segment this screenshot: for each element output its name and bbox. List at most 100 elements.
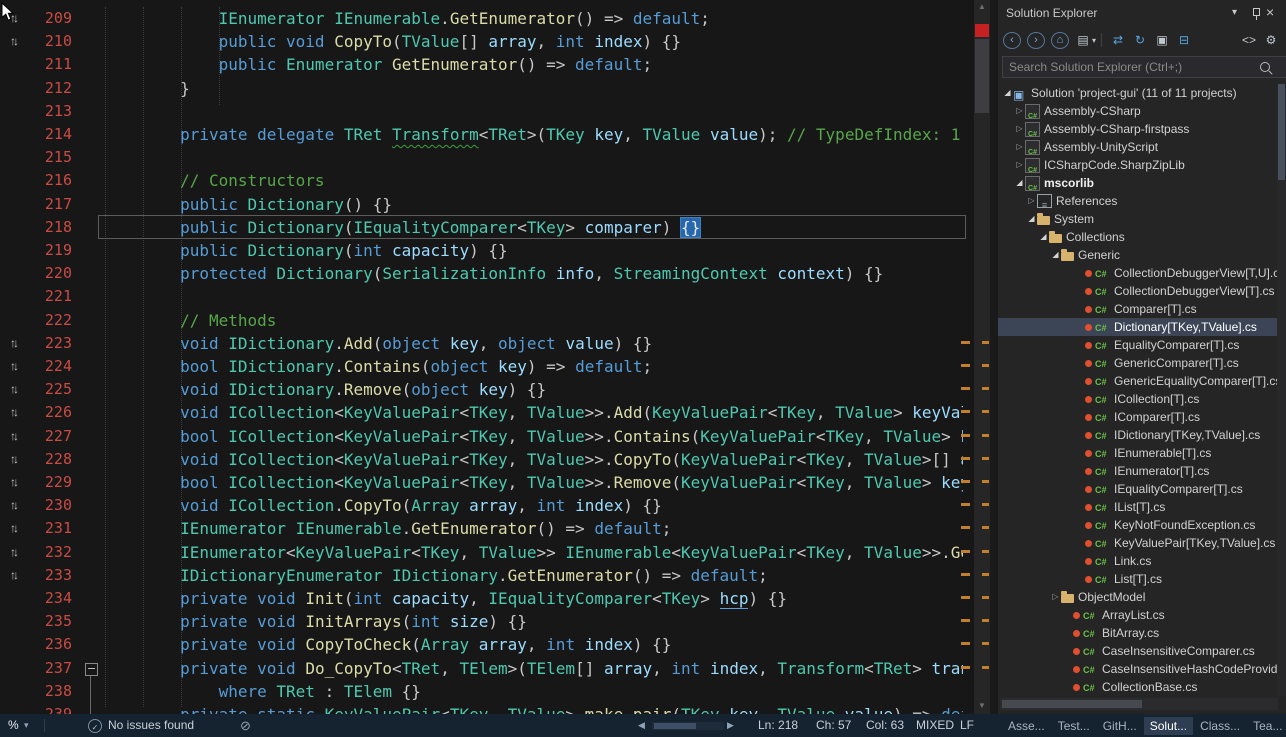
tree-item[interactable]: References xyxy=(998,192,1278,210)
tree-item[interactable]: IDictionary[TKey,TValue].cs xyxy=(998,426,1278,444)
expand-arrow-icon[interactable] xyxy=(1038,228,1049,246)
status-hscroll-track[interactable] xyxy=(652,722,724,730)
expand-arrow-icon[interactable] xyxy=(1014,120,1025,138)
zoom-caret-icon[interactable] xyxy=(24,714,29,737)
scroll-down-icon[interactable] xyxy=(974,699,990,712)
navigate-forward-icon[interactable]: › xyxy=(1027,32,1045,49)
tree-item[interactable]: CaseInsensitiveHashCodeProvider.cs xyxy=(998,660,1278,678)
line-number[interactable]: 233 xyxy=(45,564,72,587)
close-icon[interactable] xyxy=(1266,0,1280,24)
switch-views-icon[interactable]: ▤ xyxy=(1075,33,1091,47)
expand-arrow-icon[interactable] xyxy=(1050,588,1061,606)
nest-files-icon[interactable]: ▣ xyxy=(1154,33,1170,47)
code-line[interactable]: public void CopyTo(TValue[] array, int i… xyxy=(103,30,681,53)
tree-item[interactable]: Generic xyxy=(998,246,1278,264)
eol-indicator[interactable]: LF xyxy=(960,714,974,737)
line-number[interactable]: 226 xyxy=(45,401,72,424)
tree-item[interactable]: GenericComparer[T].cs xyxy=(998,354,1278,372)
tree-item[interactable]: mscorlib xyxy=(998,174,1278,192)
scroll-left-icon[interactable] xyxy=(638,714,645,737)
tree-item[interactable]: Assembly-CSharp-firstpass xyxy=(998,120,1278,138)
tree-item[interactable]: CollectionDebuggerView[T].cs xyxy=(998,282,1278,300)
tree-vertical-scrollbar[interactable] xyxy=(1277,84,1286,696)
panel-title-bar[interactable]: Solution Explorer xyxy=(998,0,1286,26)
code-line[interactable]: void ICollection<KeyValuePair<TKey, TVal… xyxy=(103,448,963,471)
line-number[interactable]: 235 xyxy=(45,610,72,633)
code-line[interactable]: // Constructors xyxy=(103,169,325,192)
panel-tab[interactable]: Asse... xyxy=(1002,717,1051,735)
code-line[interactable]: void IDictionary.Add(object key, object … xyxy=(103,332,652,355)
view-code-icon[interactable]: <> xyxy=(1241,33,1257,47)
line-number[interactable]: 214 xyxy=(45,123,72,146)
code-line[interactable]: IEnumerator IEnumerable.GetEnumerator() … xyxy=(103,517,671,540)
search-icon[interactable] xyxy=(1260,62,1270,72)
line-number[interactable]: 231 xyxy=(45,517,72,540)
fold-collapse-icon[interactable] xyxy=(85,663,98,676)
code-line[interactable]: private void CopyToCheck(Array array, in… xyxy=(103,633,671,656)
code-editor[interactable]: ↑↓↑↓↑↓↑↓↑↓↑↓↑↓↑↓↑↓↑↓↑↓↑↓↑↓ 2092102112122… xyxy=(0,0,990,714)
encoding-indicator[interactable]: MIXED xyxy=(916,714,954,737)
tree-item[interactable]: KeyNotFoundException.cs xyxy=(998,516,1278,534)
tree-item[interactable]: Link.cs xyxy=(998,552,1278,570)
code-line[interactable]: private delegate TRet Transform<TRet>(TK… xyxy=(103,123,960,146)
code-line[interactable]: bool ICollection<KeyValuePair<TKey, TVal… xyxy=(103,471,963,494)
code-line[interactable]: public Dictionary(int capacity) {} xyxy=(103,239,508,262)
collapse-all-icon[interactable]: ⊟ xyxy=(1176,33,1192,47)
line-number[interactable]: 234 xyxy=(45,587,72,610)
tree-item[interactable]: ICSharpCode.SharpZipLib xyxy=(998,156,1278,174)
tree-item[interactable]: Solution 'project-gui' (11 of 11 project… xyxy=(998,84,1278,102)
line-number[interactable]: 232 xyxy=(45,541,72,564)
expand-arrow-icon[interactable] xyxy=(1002,84,1013,102)
line-number[interactable]: 236 xyxy=(45,633,72,656)
line-number[interactable]: 227 xyxy=(45,425,72,448)
tree-item[interactable]: IList[T].cs xyxy=(998,498,1278,516)
line-number[interactable]: 218 xyxy=(45,216,72,239)
tree-item[interactable]: Assembly-UnityScript xyxy=(998,138,1278,156)
refresh-icon[interactable]: ↻ xyxy=(1132,33,1148,47)
panel-tab[interactable]: Class... xyxy=(1194,717,1246,735)
scroll-right-icon[interactable] xyxy=(727,714,734,737)
code-line[interactable]: protected Dictionary(SerializationInfo i… xyxy=(103,262,883,285)
expand-arrow-icon[interactable] xyxy=(1026,210,1037,228)
tree-item[interactable]: EqualityComparer[T].cs xyxy=(998,336,1278,354)
code-line[interactable]: IDictionaryEnumerator IDictionary.GetEnu… xyxy=(103,564,768,587)
code-lines[interactable]: IEnumerator IEnumerable.GetEnumerator() … xyxy=(103,0,963,714)
code-line[interactable]: public Enumerator GetEnumerator() => def… xyxy=(103,53,652,76)
tree-item[interactable]: IEnumerator[T].cs xyxy=(998,462,1278,480)
code-line[interactable]: private void InitArrays(int size) {} xyxy=(103,610,527,633)
panel-tab[interactable]: Solut... xyxy=(1144,717,1193,735)
tree-item[interactable]: Dictionary[TKey,TValue].cs xyxy=(998,318,1278,336)
pin-icon[interactable] xyxy=(1250,7,1262,21)
tree-hscroll-thumb[interactable] xyxy=(1002,700,1142,708)
scrollbar-thumb[interactable] xyxy=(975,39,989,113)
code-line[interactable]: private static KeyValuePair<TKey, TValue… xyxy=(103,703,963,714)
line-number[interactable]: 225 xyxy=(45,378,72,401)
line-number[interactable]: 220 xyxy=(45,262,72,285)
tree-item[interactable]: ICollection[T].cs xyxy=(998,390,1278,408)
code-line[interactable]: void IDictionary.Remove(object key) {} xyxy=(103,378,546,401)
line-number[interactable]: 219 xyxy=(45,239,72,262)
tree-item[interactable]: IEnumerable[T].cs xyxy=(998,444,1278,462)
tree-item[interactable]: System xyxy=(998,210,1278,228)
panel-tab[interactable]: Test... xyxy=(1052,717,1096,735)
expand-arrow-icon[interactable] xyxy=(1014,156,1025,174)
sync-with-active-document-icon[interactable]: ⇄ xyxy=(1110,33,1126,47)
panel-tab[interactable]: GitH... xyxy=(1097,717,1143,735)
expand-arrow-icon[interactable] xyxy=(1014,174,1025,192)
code-line[interactable]: public Dictionary(IEqualityComparer<TKey… xyxy=(103,216,700,239)
expand-arrow-icon[interactable] xyxy=(1026,192,1037,210)
tree-item[interactable]: ObjectModel xyxy=(998,588,1278,606)
line-number[interactable]: 211 xyxy=(45,53,72,76)
line-number[interactable]: 221 xyxy=(45,285,72,308)
code-line[interactable]: public Dictionary() {} xyxy=(103,193,392,216)
tree-item[interactable]: Assembly-CSharp xyxy=(998,102,1278,120)
line-number[interactable]: 223 xyxy=(45,332,72,355)
line-number[interactable]: 215 xyxy=(45,146,72,169)
navigate-back-icon[interactable]: ‹ xyxy=(1003,32,1021,49)
fold-margin[interactable] xyxy=(84,0,100,714)
line-number[interactable]: 210 xyxy=(45,30,72,53)
tree-horizontal-scrollbar[interactable] xyxy=(1000,698,1278,710)
tree-item[interactable]: CollectionDebuggerView[T,U].cs xyxy=(998,264,1278,282)
code-line[interactable]: void ICollection.CopyTo(Array array, int… xyxy=(103,494,662,517)
line-number[interactable]: 209 xyxy=(45,7,72,30)
